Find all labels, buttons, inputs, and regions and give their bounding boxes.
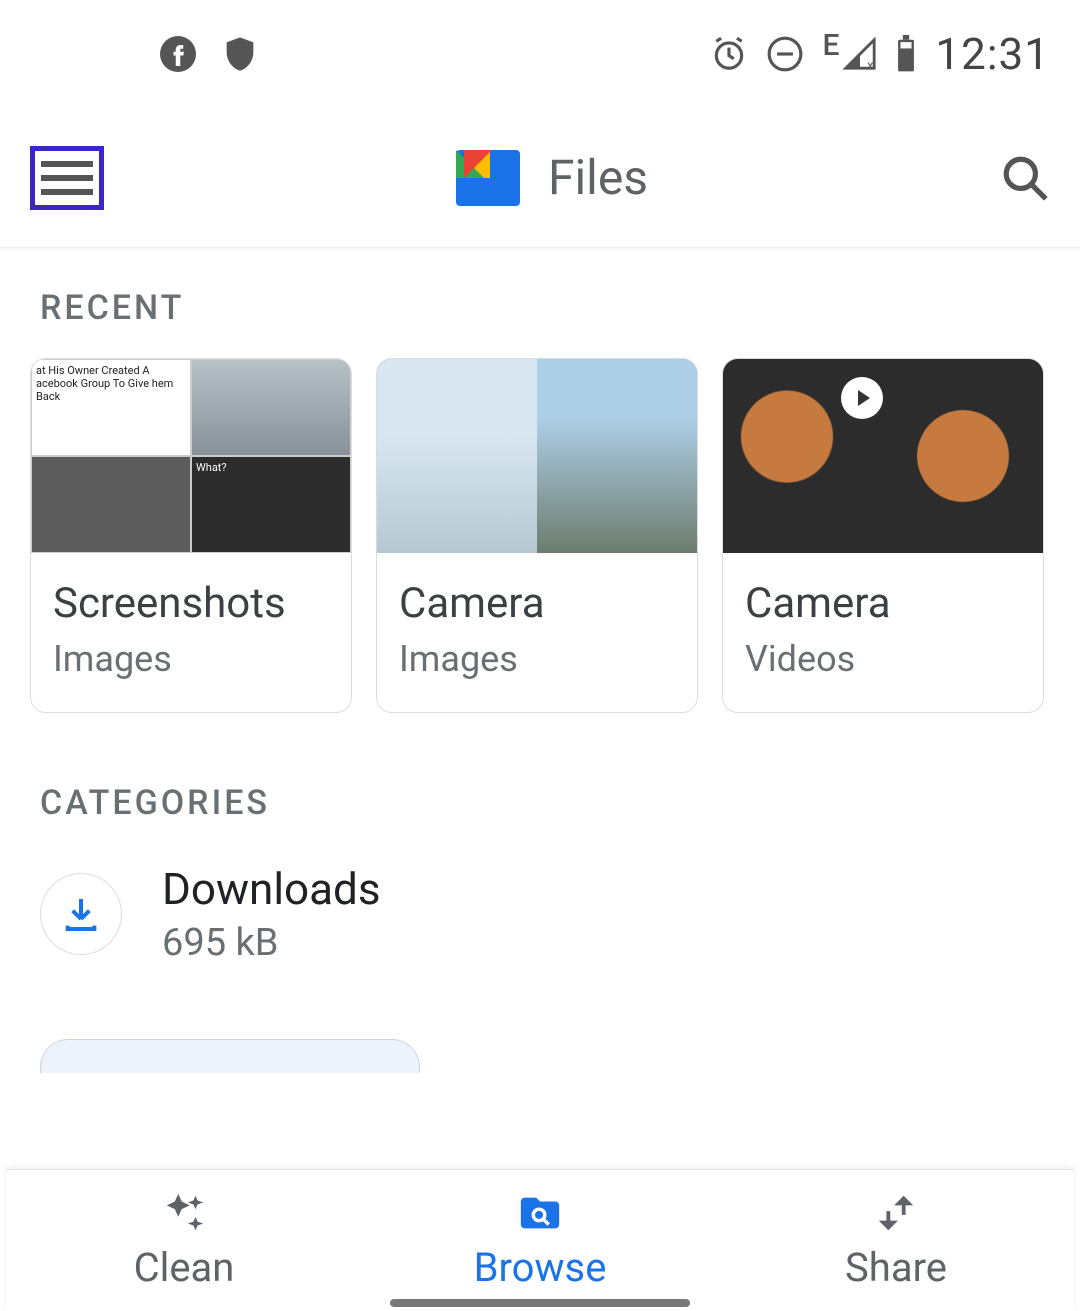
category-subtitle: 695 kB [162,921,381,965]
nav-browse[interactable]: Browse [362,1170,718,1311]
recent-card-subtitle: Images [399,638,675,680]
bottom-nav: Clean Browse Share [6,1169,1074,1311]
recent-card-camera-videos[interactable]: Camera Videos [722,358,1044,713]
recent-thumb [723,359,1043,553]
recent-card-subtitle: Videos [745,638,1021,680]
dnd-icon [766,35,804,73]
network-type: E [822,28,839,63]
category-downloads[interactable]: Downloads 695 kB [0,853,1080,1005]
recent-card-subtitle: Images [53,638,329,680]
category-title: Downloads [162,863,381,915]
recent-section-label: RECENT [0,248,1080,358]
categories-section-label: CATEGORIES [0,713,1080,853]
alarm-icon [710,35,748,73]
status-right: E x 12:31 [710,28,1050,81]
folder-search-icon [514,1190,566,1236]
status-time: 12:31 [935,28,1050,80]
nav-label: Share [845,1244,947,1291]
partial-card [40,1039,420,1073]
nav-clean[interactable]: Clean [6,1170,362,1311]
search-button[interactable] [1000,153,1050,203]
home-indicator [390,1299,690,1307]
swap-icon [870,1190,922,1236]
recent-card-title: Screenshots [53,579,329,628]
menu-button[interactable] [30,146,104,210]
recent-thumb: at His Owner Created A acebook Group To … [31,359,351,553]
shield-icon [220,34,260,74]
recent-card-camera-images[interactable]: Camera Images [376,358,698,713]
status-bar: E x 12:31 [0,0,1080,108]
recent-card-title: Camera [399,579,675,628]
battery-icon [895,35,917,73]
facebook-icon [160,36,196,72]
nav-label: Clean [134,1244,235,1291]
sparkle-icon [158,1190,210,1236]
nav-share[interactable]: Share [718,1170,1074,1311]
app-bar: Files [0,108,1080,248]
signal-icon: x [843,37,877,71]
download-icon [40,873,122,955]
recent-card-screenshots[interactable]: at His Owner Created A acebook Group To … [30,358,352,713]
recent-row: at His Owner Created A acebook Group To … [0,358,1080,713]
files-logo-icon [456,150,520,206]
recent-card-title: Camera [745,579,1021,628]
app-title-wrap: Files [104,149,1000,206]
nav-label: Browse [474,1244,607,1291]
app-title: Files [548,149,648,206]
svg-text:x: x [868,59,875,71]
recent-thumb [377,359,697,553]
play-icon [841,377,883,419]
status-left [160,34,260,74]
